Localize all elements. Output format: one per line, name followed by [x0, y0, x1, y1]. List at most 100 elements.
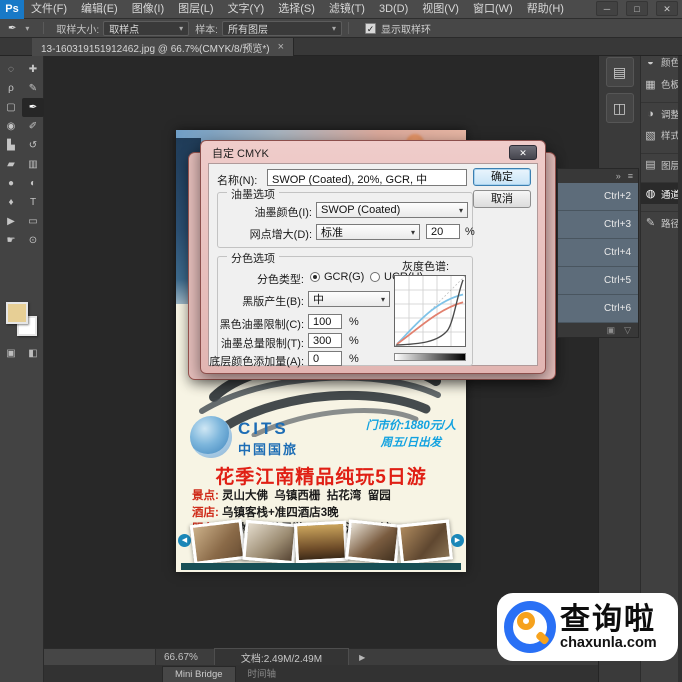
channels-panel: » ≡ Ctrl+2 Ctrl+3 Ctrl+4 Ctrl+5 Ctrl+6 ▣… — [557, 168, 639, 338]
watermark-domain: chaxunla.com — [560, 636, 657, 651]
dodge-tool[interactable]: ◐ — [22, 174, 44, 193]
total-ink-limit-input[interactable]: 300 — [308, 333, 342, 348]
menu-select[interactable]: 选择(S) — [271, 0, 322, 19]
chevron-down-icon: ▾ — [411, 228, 415, 237]
carousel-left-button[interactable]: ◀ — [178, 534, 191, 547]
document-tab[interactable]: 13-160319151912462.jpg @ 66.7%(CMYK/8/预览… — [32, 38, 294, 56]
menu-image[interactable]: 图像(I) — [125, 0, 171, 19]
cits-chinese-name: 中国国旅 — [238, 439, 298, 458]
right-edge-strip — [678, 38, 682, 682]
row-label: 酒店: — [192, 507, 222, 519]
gcr-radio[interactable] — [310, 272, 320, 282]
lasso-tool[interactable]: ρ — [0, 79, 22, 98]
panel-menu-icon[interactable]: ≡ — [628, 169, 633, 183]
black-ink-limit-input[interactable]: 100 — [308, 314, 342, 329]
panel-button-adjustments[interactable]: ◑ 调整 — [641, 102, 682, 124]
pen-tool[interactable]: ♦ — [0, 193, 22, 212]
path-select-tool[interactable]: ▶ — [0, 212, 22, 231]
sample-size-select[interactable]: 取样点 ▾ — [103, 21, 189, 36]
checkbox-check-icon: ✓ — [365, 23, 376, 34]
new-channel-icon[interactable]: ▣ — [607, 323, 616, 337]
black-generation-label: 黑版产生(B): — [218, 293, 304, 309]
channel-row[interactable]: Ctrl+3 — [558, 211, 638, 239]
menu-type[interactable]: 文字(Y) — [221, 0, 272, 19]
type-tool[interactable]: T — [22, 193, 44, 212]
history-panel-icon[interactable]: ▤ — [606, 57, 634, 87]
gradient-tool[interactable]: ▥ — [22, 155, 44, 174]
dialog-close-button[interactable]: ✕ — [509, 145, 537, 160]
tool-preset-button[interactable]: ✒ ▾ — [0, 23, 37, 34]
info-panel-icon[interactable]: ◫ — [606, 93, 634, 123]
clone-stamp-tool[interactable]: ▙ — [0, 136, 22, 155]
divider — [348, 22, 349, 34]
cancel-button[interactable]: 取消 — [473, 190, 531, 208]
quick-select-tool[interactable]: ✎ — [22, 79, 44, 98]
maximize-button[interactable]: □ — [626, 1, 648, 16]
brush-tool[interactable]: ✐ — [22, 117, 44, 136]
panel-button-styles[interactable]: ▧ 样式 — [641, 124, 682, 146]
panel-button-layers[interactable]: ▤ 图层 — [641, 153, 682, 175]
uca-amount-input[interactable]: 0 — [308, 351, 342, 366]
show-ring-checkbox[interactable]: ✓ 显示取样环 — [365, 21, 431, 36]
channel-row[interactable]: Ctrl+4 — [558, 239, 638, 267]
close-button[interactable]: ✕ — [656, 1, 678, 16]
swatches-panel-icon: ▦ — [644, 78, 657, 91]
quick-mask-button[interactable]: ▣ — [6, 348, 15, 359]
zoom-level-field[interactable]: 66.67% — [156, 652, 206, 663]
sample-layers-select[interactable]: 所有图层 ▾ — [222, 21, 342, 36]
gcr-label: GCR(G) — [324, 271, 364, 283]
healing-brush-tool[interactable]: ◉ — [0, 117, 22, 136]
channel-row[interactable]: Ctrl+5 — [558, 267, 638, 295]
eyedropper-tool[interactable]: ✒ — [22, 98, 44, 117]
carousel-right-button[interactable]: ▶ — [451, 534, 464, 547]
color-panel-icon: ◒ — [644, 56, 657, 68]
channel-row[interactable]: Ctrl+2 — [558, 183, 638, 211]
timeline-tab[interactable]: 时间轴 — [236, 664, 289, 682]
menu-file[interactable]: 文件(F) — [24, 0, 74, 19]
mini-bridge-tab[interactable]: Mini Bridge — [162, 666, 236, 682]
uca-amount-label: 底层颜色添加量(A): — [204, 353, 304, 369]
menu-3d[interactable]: 3D(D) — [372, 0, 415, 19]
channel-row[interactable]: Ctrl+6 — [558, 295, 638, 323]
status-arrow-icon[interactable]: ▶ — [359, 653, 365, 662]
hand-tool[interactable]: ☛ — [0, 231, 22, 250]
separation-options-group: 分色选项 分色类型: GCR(G) UCR(U) 灰度色谱: — [217, 256, 473, 366]
ink-color-select[interactable]: SWOP (Coated) ▾ — [316, 202, 468, 218]
dot-gain-input[interactable]: 20 — [426, 224, 460, 239]
minimize-button[interactable]: ─ — [596, 1, 618, 16]
menu-help[interactable]: 帮助(H) — [520, 0, 571, 19]
menu-window[interactable]: 窗口(W) — [466, 0, 520, 19]
tab-close-icon[interactable]: × — [278, 41, 284, 53]
menu-filter[interactable]: 滤镜(T) — [322, 0, 372, 19]
history-brush-tool[interactable]: ↺ — [22, 136, 44, 155]
move-tool[interactable]: ✚ — [22, 60, 44, 79]
panel-button-paths[interactable]: ✎ 路径 — [641, 211, 682, 233]
zoom-tool[interactable]: ⊙ — [22, 231, 44, 250]
foreground-color-swatch[interactable] — [6, 302, 28, 324]
panel-button-channels[interactable]: ◍ 通道 — [641, 182, 682, 204]
styles-panel-icon: ▧ — [644, 129, 657, 142]
screen-mode-button[interactable]: ◧ — [28, 348, 37, 359]
dot-gain-select[interactable]: 标准 ▾ — [316, 224, 420, 240]
marquee-tool[interactable]: ◌ — [0, 60, 22, 79]
ps-logo: Ps — [0, 0, 24, 19]
custom-cmyk-dialog[interactable]: 自定 CMYK ✕ 名称(N): SWOP (Coated), 20%, GCR… — [200, 140, 546, 374]
flyer-row-sights: 景点: 灵山大佛 乌镇西栅 拈花湾 留园 — [192, 488, 462, 505]
sample-layers-label: 样本: — [195, 21, 218, 36]
delete-channel-icon[interactable]: ▽ — [624, 323, 631, 337]
menu-edit[interactable]: 编辑(E) — [74, 0, 125, 19]
menu-layer[interactable]: 图层(L) — [171, 0, 220, 19]
shape-tool[interactable]: ▭ — [22, 212, 44, 231]
channels-panel-icon: ◍ — [644, 187, 657, 200]
name-input[interactable]: SWOP (Coated), 20%, GCR, 中 — [267, 169, 467, 186]
ok-button[interactable]: 确定 — [473, 168, 531, 186]
collapse-panel-icon[interactable]: » — [616, 169, 621, 183]
black-generation-select[interactable]: 中 ▾ — [308, 291, 390, 307]
percent-sign: % — [349, 335, 359, 347]
eraser-tool[interactable]: ▰ — [0, 155, 22, 174]
blur-tool[interactable]: ● — [0, 174, 22, 193]
ucr-radio[interactable] — [370, 272, 380, 282]
crop-tool[interactable]: ▢ — [0, 98, 22, 117]
panel-button-swatches[interactable]: ▦ 色板 — [641, 73, 682, 95]
menu-view[interactable]: 视图(V) — [415, 0, 466, 19]
